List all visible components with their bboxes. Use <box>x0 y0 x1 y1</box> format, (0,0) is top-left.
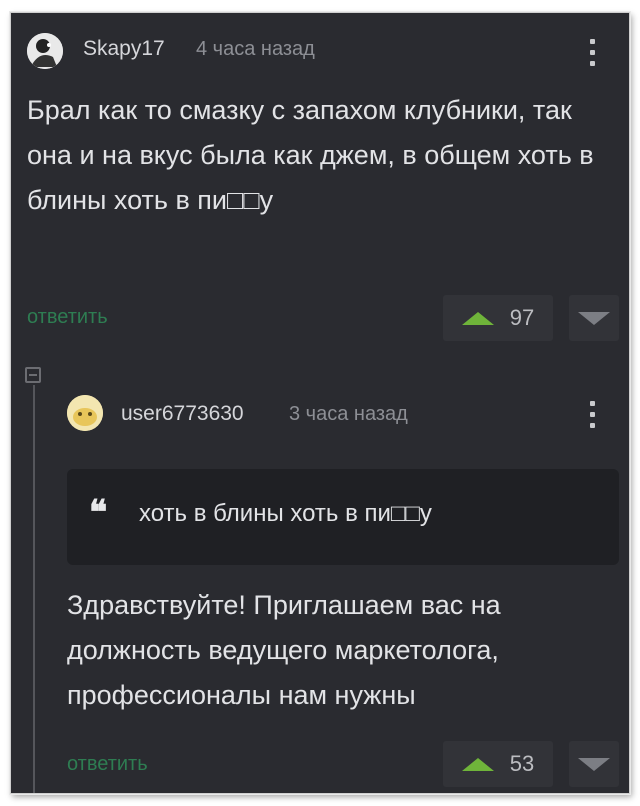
downvote-icon <box>578 311 610 325</box>
upvote-icon <box>461 311 494 325</box>
quote-text: хоть в блины хоть в пи□□у <box>139 500 432 527</box>
reply-score: 53 <box>509 751 535 776</box>
upvote-icon <box>461 757 494 771</box>
user-avatar-icon <box>27 33 63 69</box>
reply-button[interactable]: ответить <box>67 753 148 776</box>
quote-icon: ❝ <box>89 493 107 533</box>
avatar[interactable] <box>27 33 63 69</box>
reply-time: 3 часа назад <box>289 403 408 425</box>
downvote-button[interactable] <box>569 295 619 341</box>
upvote-button[interactable]: 97 <box>443 295 553 341</box>
reply-button[interactable]: ответить <box>27 306 108 329</box>
downvote-button[interactable] <box>569 741 619 787</box>
quote-block: ❝ хоть в блины хоть в пи□□у <box>67 469 619 565</box>
user-avatar-icon <box>67 395 103 431</box>
downvote-icon <box>578 757 610 771</box>
avatar[interactable] <box>67 395 103 431</box>
comment-text: Брал как то смазку с запахом клубники, т… <box>27 95 594 215</box>
comment-thread: Skapy17 4 часа назад Брал как то смазку … <box>10 12 630 794</box>
kebab-menu-icon[interactable] <box>588 401 596 434</box>
reply-author[interactable]: user6773630 <box>121 402 244 426</box>
thread-line[interactable] <box>33 385 35 793</box>
upvote-button[interactable]: 53 <box>443 741 553 787</box>
collapse-thread-icon[interactable] <box>25 367 41 383</box>
comment-score: 97 <box>509 305 535 330</box>
comment-time: 4 часа назад <box>196 38 315 60</box>
comment-author[interactable]: Skapy17 <box>83 37 165 61</box>
reply-text: Здравствуйте! Приглашаем вас на должност… <box>67 590 501 710</box>
kebab-menu-icon[interactable] <box>588 39 596 72</box>
